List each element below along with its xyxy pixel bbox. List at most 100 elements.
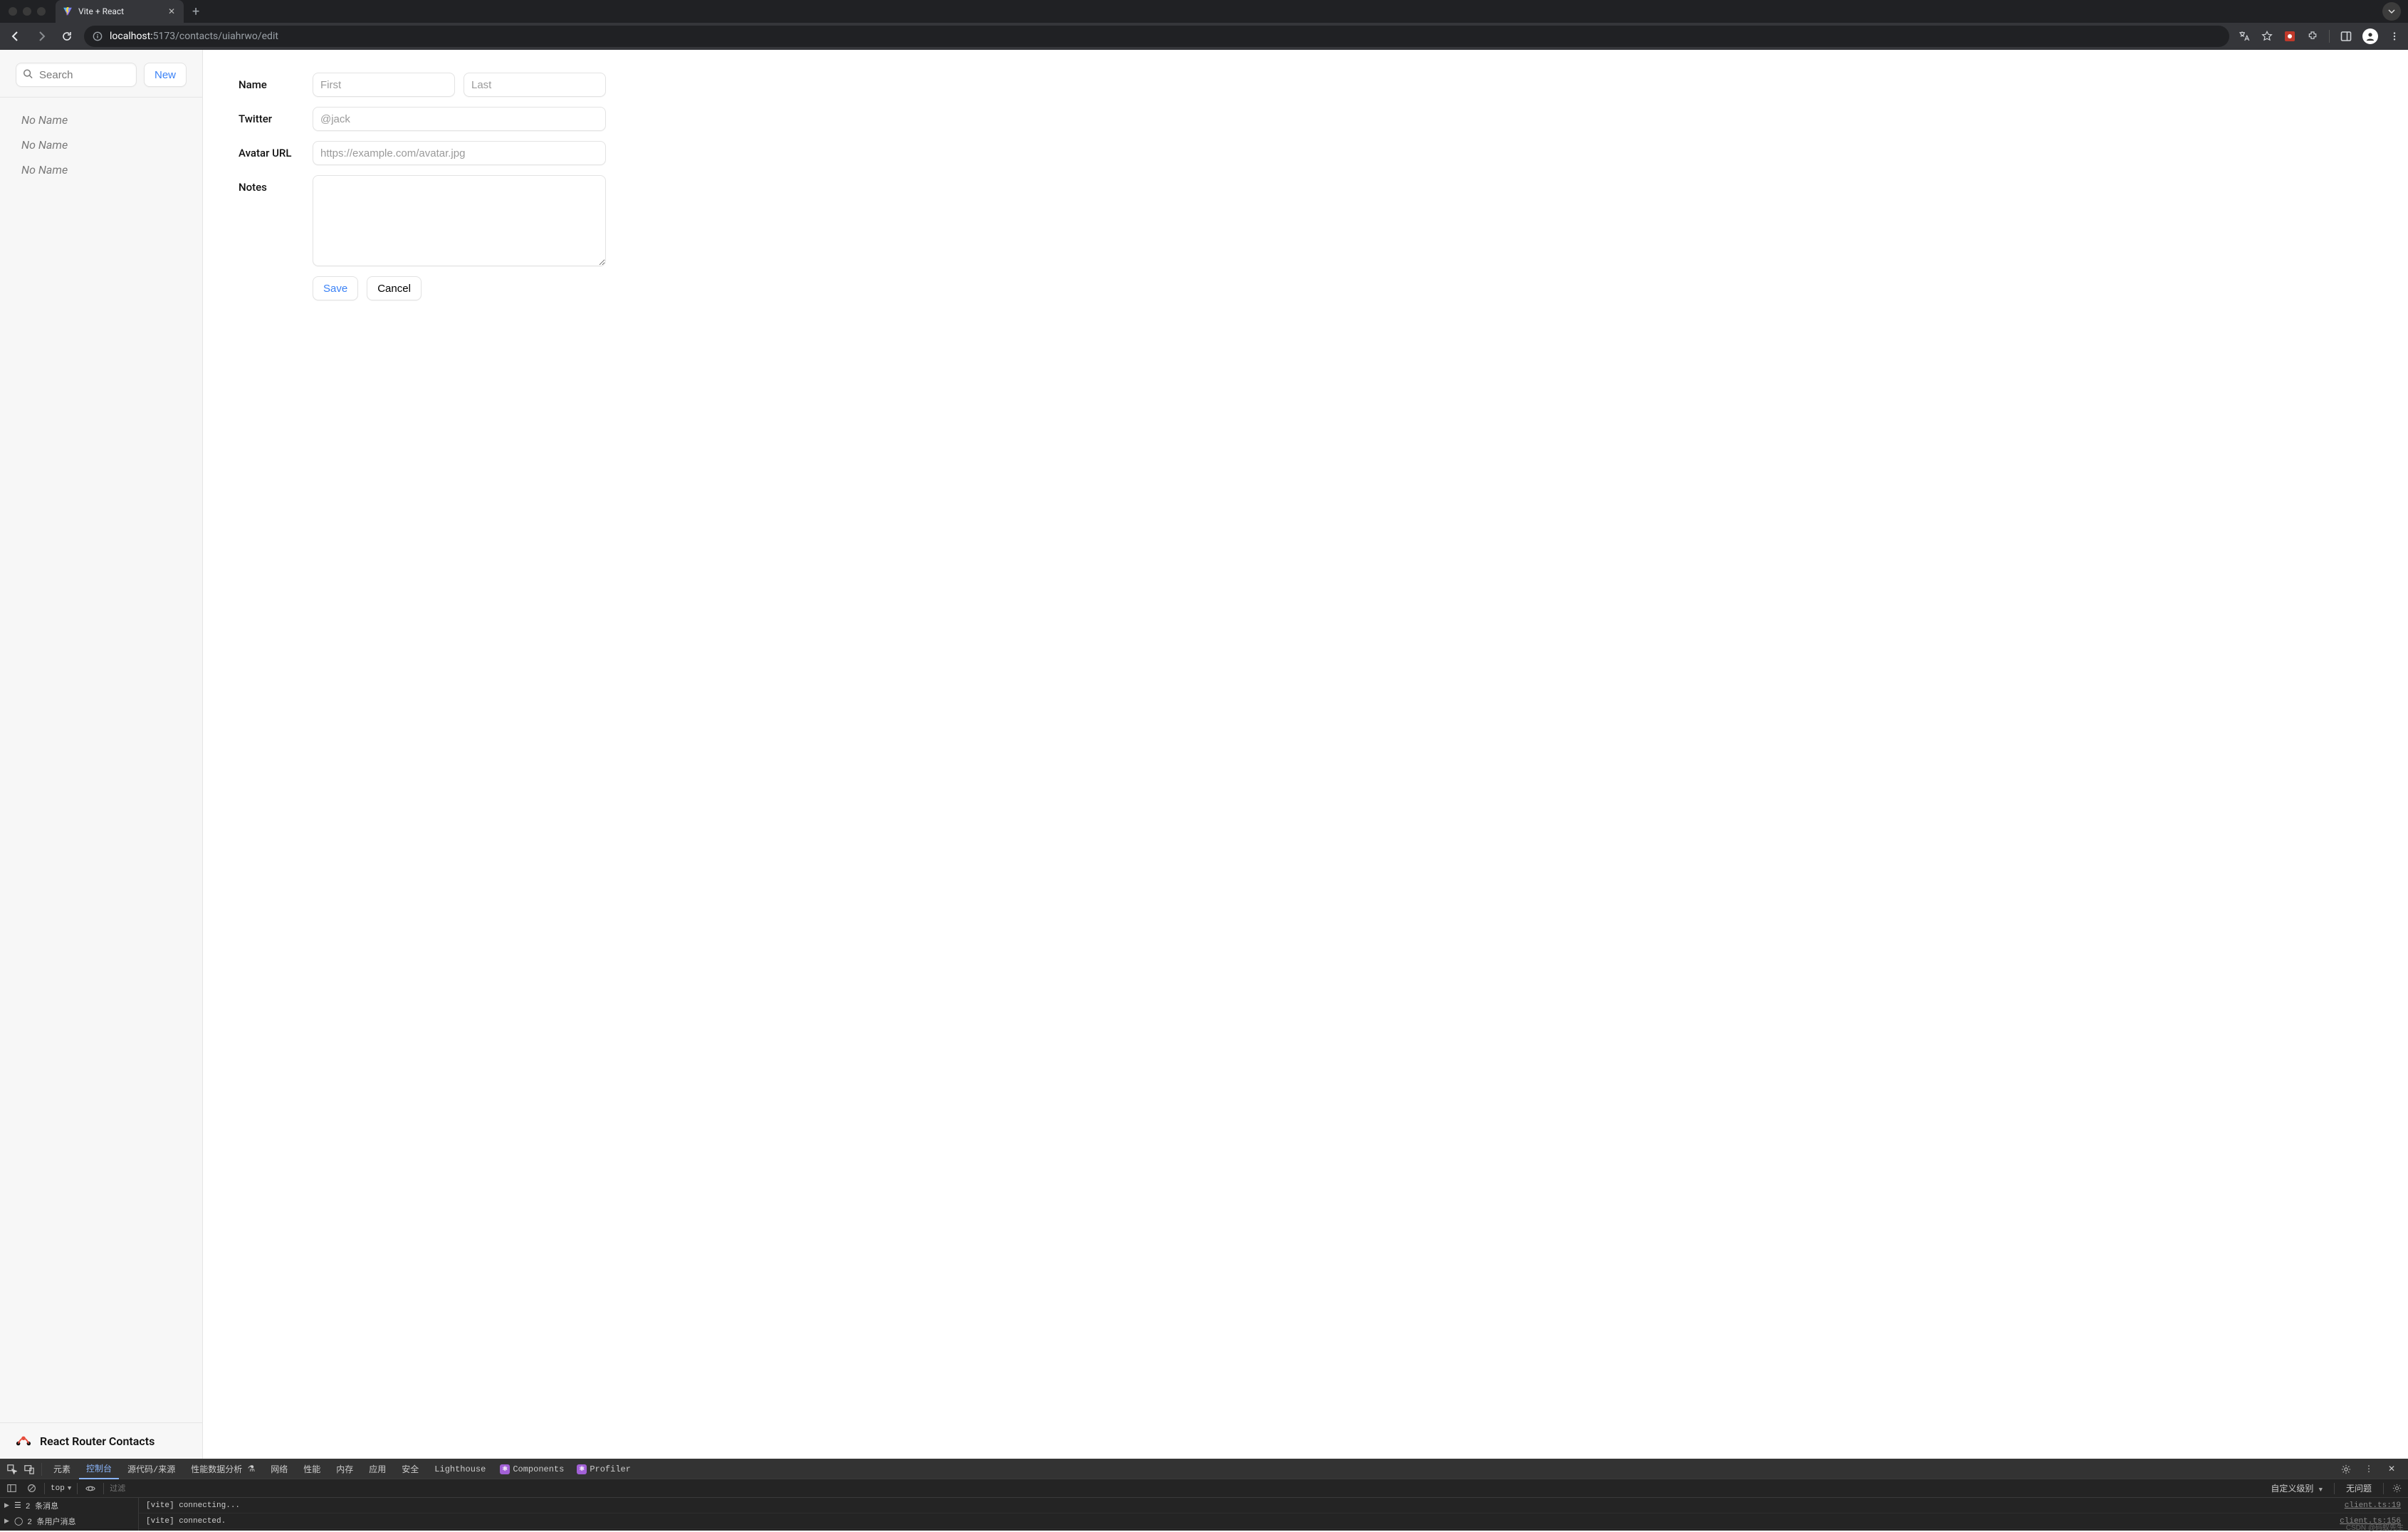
minimize-window-icon[interactable] (23, 7, 31, 16)
flask-icon: ⚗ (247, 1464, 255, 1474)
devtools-tab-network[interactable]: 网络 (263, 1459, 295, 1479)
console-filter-bar: top ▼ 自定义级别 ▼ 无问题 (0, 1479, 2408, 1498)
devtools-tab-performance-insights[interactable]: 性能数据分析 ⚗ (184, 1459, 262, 1479)
devtools-tab-bar: 元素 控制台 源代码/来源 性能数据分析 ⚗ 网络 性能 内存 应用 安全 Li… (0, 1459, 2408, 1479)
console-settings-icon[interactable] (2389, 1484, 2404, 1493)
toolbar-divider (2329, 30, 2330, 43)
devtools-tab-application[interactable]: 应用 (362, 1459, 393, 1479)
name-label: Name (239, 73, 313, 91)
sidebar: New No Name No Name No Name React Router… (0, 50, 203, 1459)
live-expression-icon[interactable] (83, 1484, 98, 1494)
extension-icon-1[interactable] (2283, 30, 2296, 43)
console-log-row[interactable]: [vite] connecting... client.ts:19 (139, 1498, 2408, 1513)
react-badge-icon: ⚛ (500, 1464, 510, 1474)
devtools-panel: 元素 控制台 源代码/来源 性能数据分析 ⚗ 网络 性能 内存 应用 安全 Li… (0, 1459, 2408, 1531)
browser-chrome: Vite + React ✕ + localhost:5173/contacts… (0, 0, 2408, 50)
devtools-tab-security[interactable]: 安全 (394, 1459, 426, 1479)
inspect-element-icon[interactable] (4, 1464, 20, 1474)
tab-strip: Vite + React ✕ + (0, 0, 2408, 23)
search-input[interactable] (16, 63, 137, 87)
console-sidebar: ▶ ☰ 2 条消息 ▶ ◯ 2 条用户消息 (0, 1498, 139, 1531)
close-window-icon[interactable] (9, 7, 17, 16)
url-text: localhost:5173/contacts/uiahrwo/edit (110, 31, 278, 42)
new-tab-button[interactable]: + (192, 4, 199, 19)
devtools-tab-sources[interactable]: 源代码/来源 (120, 1459, 182, 1479)
devtools-tab-performance[interactable]: 性能 (296, 1459, 328, 1479)
user-icon: ◯ (14, 1516, 23, 1526)
devtools-tab-lighthouse[interactable]: Lighthouse (427, 1459, 493, 1479)
extensions-icon[interactable] (2306, 30, 2319, 43)
back-button[interactable] (7, 28, 24, 45)
log-source-link[interactable]: client.ts:19 (2345, 1501, 2401, 1510)
devtools-kebab-icon[interactable]: ⋮ (2361, 1464, 2377, 1474)
window-controls (9, 7, 46, 16)
browser-toolbar: localhost:5173/contacts/uiahrwo/edit (0, 23, 2408, 50)
devtools-tab-profiler[interactable]: ⚛Profiler (571, 1459, 637, 1479)
contact-list-item[interactable]: No Name (0, 157, 202, 182)
bookmark-star-icon[interactable] (2261, 30, 2273, 43)
log-levels-selector[interactable]: 自定义级别 ▼ (2265, 1482, 2328, 1494)
twitter-input[interactable] (313, 107, 606, 131)
site-info-icon[interactable] (93, 31, 103, 41)
expand-triangle-icon: ▶ (4, 1518, 10, 1525)
clear-console-icon[interactable] (24, 1484, 38, 1493)
reload-button[interactable] (58, 28, 75, 45)
chevron-down-icon: ▼ (68, 1485, 71, 1492)
notes-textarea[interactable] (313, 175, 606, 266)
new-contact-button[interactable]: New (144, 63, 187, 87)
first-name-input[interactable] (313, 73, 455, 97)
divider (41, 1463, 42, 1476)
contact-list: No Name No Name No Name (0, 98, 202, 1422)
toolbar-right-icons (2238, 28, 2401, 44)
sidebar-header: New (0, 50, 202, 98)
devtools-tab-elements[interactable]: 元素 (46, 1459, 78, 1479)
log-text: [vite] connecting... (146, 1501, 240, 1510)
sidebar-user-messages-row[interactable]: ▶ ◯ 2 条用户消息 (0, 1513, 138, 1529)
address-bar[interactable]: localhost:5173/contacts/uiahrwo/edit (84, 26, 2229, 47)
tab-close-icon[interactable]: ✕ (167, 6, 177, 16)
kebab-menu-icon[interactable] (2388, 30, 2401, 43)
device-toolbar-icon[interactable] (21, 1464, 37, 1474)
console-log-area: [vite] connecting... client.ts:19 [vite]… (139, 1498, 2408, 1531)
console-filter-input[interactable] (110, 1484, 2259, 1493)
contact-list-item[interactable]: No Name (0, 107, 202, 132)
app-root: New No Name No Name No Name React Router… (0, 50, 2408, 1459)
maximize-window-icon[interactable] (37, 7, 46, 16)
footer-title: React Router Contacts (40, 1434, 155, 1448)
devtools-tab-components[interactable]: ⚛Components (494, 1459, 570, 1479)
react-badge-icon: ⚛ (577, 1464, 587, 1474)
execution-context-selector[interactable]: top ▼ (51, 1484, 71, 1493)
devtools-tab-console[interactable]: 控制台 (79, 1459, 119, 1479)
contact-list-item[interactable]: No Name (0, 132, 202, 157)
log-text: [vite] connected. (146, 1517, 226, 1526)
save-button[interactable]: Save (313, 276, 358, 300)
avatar-url-label: Avatar URL (239, 141, 313, 159)
devtools-settings-icon[interactable] (2338, 1464, 2354, 1474)
console-log-row[interactable]: [vite] connected. client.ts:156 (139, 1513, 2408, 1529)
sidebar-footer: React Router Contacts (0, 1422, 202, 1459)
issues-label[interactable]: 无问题 (2340, 1482, 2377, 1494)
react-router-logo-icon (16, 1433, 31, 1449)
search-icon (23, 68, 33, 82)
notes-label: Notes (239, 175, 313, 194)
browser-tab[interactable]: Vite + React ✕ (56, 0, 184, 23)
chevron-down-icon: ▼ (2319, 1486, 2323, 1494)
twitter-label: Twitter (239, 107, 313, 125)
main-content: Name Twitter Avatar URL Notes Save Cance… (203, 50, 2408, 1459)
chevron-down-icon[interactable] (2382, 2, 2401, 21)
tab-title: Vite + React (78, 6, 161, 16)
devtools-tab-memory[interactable]: 内存 (329, 1459, 360, 1479)
devtools-close-icon[interactable]: ✕ (2384, 1464, 2399, 1474)
side-panel-icon[interactable] (2340, 30, 2352, 43)
translate-icon[interactable] (2238, 30, 2251, 43)
expand-triangle-icon: ▶ (4, 1502, 10, 1509)
last-name-input[interactable] (464, 73, 606, 97)
console-sidebar-toggle-icon[interactable] (4, 1484, 19, 1493)
forward-button[interactable] (33, 28, 50, 45)
console-body: ▶ ☰ 2 条消息 ▶ ◯ 2 条用户消息 [vite] connecting.… (0, 1498, 2408, 1531)
avatar-url-input[interactable] (313, 141, 606, 165)
sidebar-messages-row[interactable]: ▶ ☰ 2 条消息 (0, 1498, 138, 1513)
profile-avatar-icon[interactable] (2362, 28, 2378, 44)
cancel-button[interactable]: Cancel (367, 276, 422, 300)
list-icon: ☰ (14, 1501, 21, 1511)
